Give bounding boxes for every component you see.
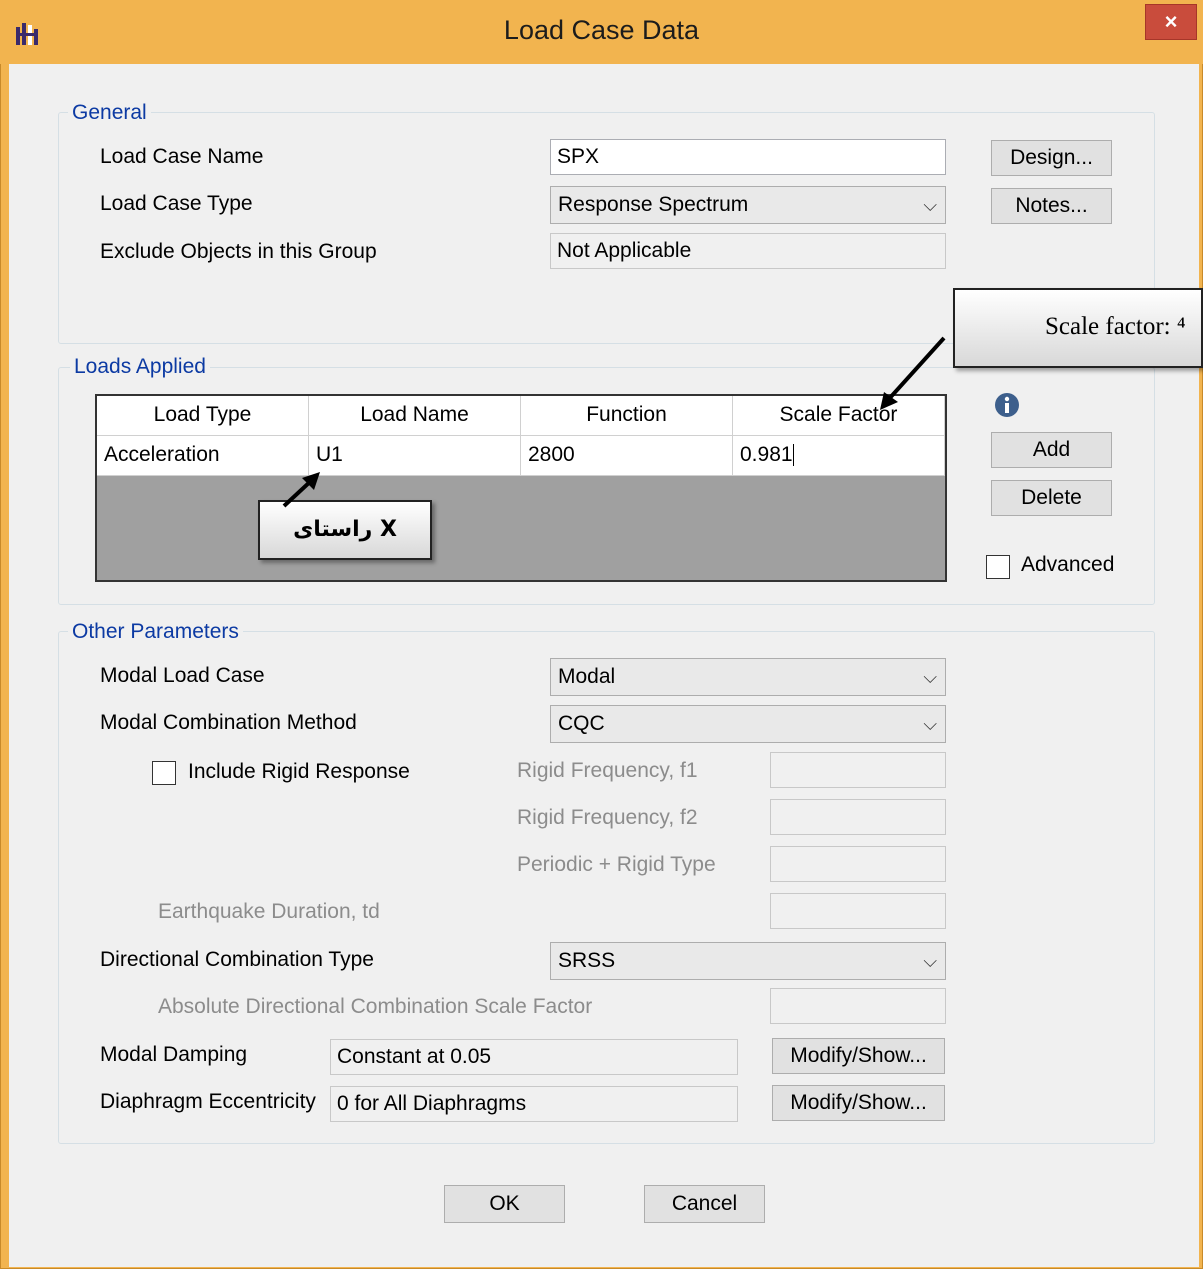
rigid-f2-label: Rigid Frequency, f2 [517,806,698,829]
modal-damping-modify-button[interactable]: Modify/Show... [772,1038,945,1074]
cell-load-type[interactable]: Acceleration [97,436,309,476]
column-header-function[interactable]: Function [521,396,733,436]
loads-grid[interactable]: Load Type Load Name Function Scale Facto… [95,394,947,582]
chevron-down-icon: ⌵ [923,667,937,687]
other-parameters-title: Other Parameters [68,620,243,644]
chevron-down-icon: ⌵ [923,951,937,971]
info-icon [995,393,1019,417]
modal-damping-label: Modal Damping [100,1043,248,1066]
scale-factor-callout: Scale factor: ⁴ [953,288,1203,368]
directional-combination-select[interactable]: SRSS ⌵ [550,942,946,980]
diaphragm-eccentricity-field: 0 for All Diaphragms [330,1086,738,1122]
design-button[interactable]: Design... [991,140,1112,176]
periodic-rigid-input [770,846,946,882]
cell-function[interactable]: 2800 [521,436,733,476]
abs-directional-input [770,988,946,1024]
chevron-down-icon: ⌵ [923,195,937,215]
close-button[interactable]: × [1145,4,1197,40]
cell-scale-factor[interactable]: 0.981 [733,436,945,476]
directional-combination-value: SRSS [558,949,616,972]
modal-combination-label: Modal Combination Method [100,711,357,734]
modal-combination-value: CQC [558,712,605,735]
ok-button[interactable]: OK [444,1185,565,1223]
modal-load-case-select[interactable]: Modal ⌵ [550,658,946,696]
modal-load-case-value: Modal [558,665,616,688]
load-case-type-select[interactable]: Response Spectrum ⌵ [550,186,946,224]
directional-combination-label: Directional Combination Type [100,948,374,971]
earthquake-duration-label: Earthquake Duration, td [158,900,380,923]
load-case-name-input[interactable]: SPX [550,139,946,175]
scale-factor-arrow-icon [880,336,946,410]
direction-arrow-icon [282,472,320,508]
add-button[interactable]: Add [991,432,1112,468]
general-group-title: General [68,101,151,125]
diaphragm-eccentricity-label: Diaphragm Eccentricity [100,1090,316,1113]
column-header-load-type[interactable]: Load Type [97,396,309,436]
rigid-f2-input [770,799,946,835]
modal-damping-field: Constant at 0.05 [330,1039,738,1075]
abs-directional-label: Absolute Directional Combination Scale F… [158,995,593,1018]
delete-button[interactable]: Delete [991,480,1112,516]
advanced-label: Advanced [1021,553,1115,576]
exclude-objects-field: Not Applicable [550,233,946,269]
load-case-name-label: Load Case Name [100,145,264,168]
column-header-load-name[interactable]: Load Name [309,396,521,436]
load-case-type-label: Load Case Type [100,192,253,215]
text-caret [792,444,794,467]
periodic-rigid-label: Periodic + Rigid Type [517,853,716,876]
modal-load-case-label: Modal Load Case [100,664,265,687]
advanced-checkbox[interactable] [986,555,1010,579]
scale-factor-value: 0.981 [740,443,793,466]
modal-combination-select[interactable]: CQC ⌵ [550,705,946,743]
chevron-down-icon: ⌵ [923,714,937,734]
load-case-type-value: Response Spectrum [558,193,749,216]
notes-button[interactable]: Notes... [991,188,1112,224]
loads-applied-title: Loads Applied [70,355,210,379]
cancel-button[interactable]: Cancel [644,1185,765,1223]
window-title: Load Case Data [503,15,700,45]
rigid-f1-input [770,752,946,788]
diaphragm-modify-button[interactable]: Modify/Show... [772,1085,945,1121]
exclude-objects-label: Exclude Objects in this Group [100,240,377,263]
include-rigid-label: Include Rigid Response [188,760,410,783]
rigid-f1-label: Rigid Frequency, f1 [517,759,698,782]
include-rigid-checkbox[interactable] [152,761,176,785]
earthquake-duration-input [770,893,946,929]
cell-load-name[interactable]: U1 [309,436,521,476]
